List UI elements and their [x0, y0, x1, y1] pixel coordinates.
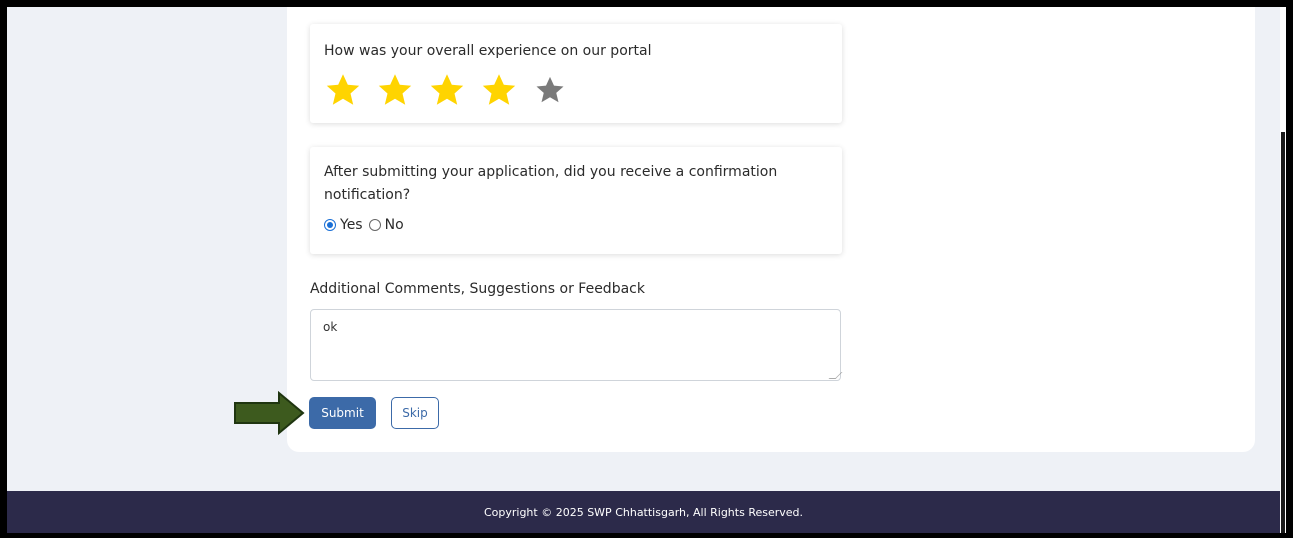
confirmation-radio-group: Yes No — [324, 217, 410, 233]
star-icon-1[interactable] — [324, 72, 362, 108]
star-icon-3[interactable] — [428, 72, 466, 108]
scrollbar-thumb[interactable] — [1281, 132, 1285, 533]
star-icon-5[interactable] — [532, 72, 565, 108]
arrow-right-icon — [234, 391, 305, 435]
star-rating[interactable] — [324, 72, 565, 108]
scrollbar[interactable] — [1280, 7, 1286, 533]
radio-yes-label[interactable]: Yes — [340, 217, 363, 233]
comments-label: Additional Comments, Suggestions or Feed… — [310, 281, 645, 297]
experience-rating-card: How was your overall experience on our p… — [310, 24, 842, 123]
radio-no[interactable] — [368, 219, 381, 231]
skip-button[interactable]: Skip — [391, 397, 439, 429]
radio-yes[interactable] — [324, 219, 336, 231]
confirmation-question-card: After submitting your application, did y… — [310, 147, 842, 254]
star-icon-2[interactable] — [376, 72, 414, 108]
comments-textarea[interactable]: ok — [310, 309, 841, 381]
copyright-text: Copyright © 2025 SWP Chhattisgarh, All R… — [483, 505, 804, 519]
radio-no-label[interactable]: No — [385, 217, 404, 233]
experience-question-text: How was your overall experience on our p… — [324, 43, 652, 59]
confirmation-question-text: After submitting your application, did y… — [324, 164, 778, 203]
footer: Copyright © 2025 SWP Chhattisgarh, All R… — [7, 491, 1280, 533]
submit-button[interactable]: Submit — [309, 397, 376, 429]
page-viewport: How was your overall experience on our p… — [7, 7, 1280, 533]
star-icon-4[interactable] — [480, 72, 518, 108]
